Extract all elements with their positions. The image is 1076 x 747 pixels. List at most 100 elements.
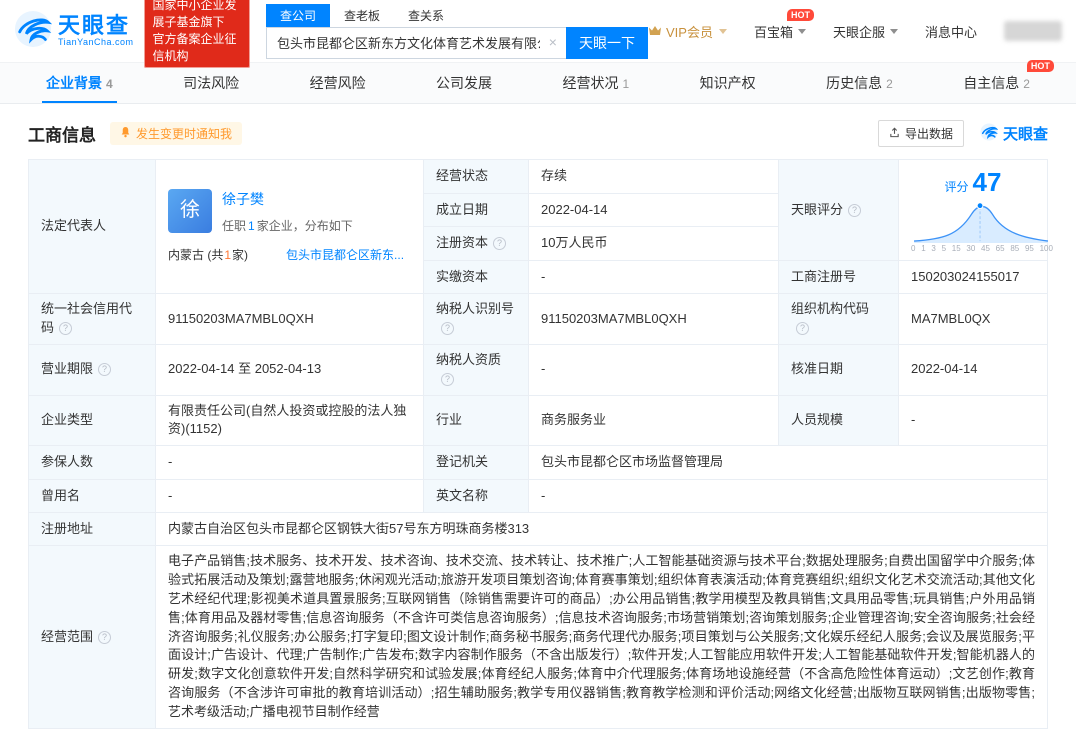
field-label-biz-scope: 经营范围? [28, 545, 156, 729]
chevron-down-icon [718, 28, 727, 34]
help-icon[interactable]: ? [98, 363, 112, 377]
bell-icon [120, 126, 131, 141]
field-value-english-name: - [528, 479, 1048, 514]
help-icon[interactable]: ? [98, 630, 112, 644]
legal-rep-region-row: 内蒙古 (共1家) 包头市昆都仑区新东... [168, 247, 411, 264]
tianyancha-watermark-icon [980, 122, 999, 145]
tab-label: 企业背景 [46, 75, 102, 91]
field-label-former-name: 曾用名 [28, 479, 156, 514]
certification-badge-line2: 官方备案企业征信机构 [152, 32, 237, 63]
tianyancha-logo[interactable]: 天眼查 TianYanCha.com [14, 10, 134, 53]
field-label-tianyan-score: 天眼评分? [778, 158, 899, 262]
export-data-button[interactable]: 导出数据 [877, 120, 964, 147]
tenure-count: 1 [248, 218, 255, 233]
section-title: 工商信息 [28, 126, 96, 145]
search-button[interactable]: 天眼一下 [565, 26, 648, 59]
field-value-insured-count: - [155, 445, 424, 481]
field-value-reg-number: 150203024155017 [898, 260, 1048, 295]
field-value-credit-code: 91150203MA7MBL0QXH [155, 293, 424, 345]
tab-label: 司法风险 [183, 75, 240, 91]
field-value-reg-capital: 10万人民币 [528, 226, 779, 262]
field-value-taxpayer-qual: - [528, 343, 779, 396]
field-label-taxpayer-id: 纳税人识别号? [423, 293, 529, 345]
tianyancha-watermark-label: 天眼查 [1002, 126, 1048, 143]
message-center-link[interactable]: 消息中心 [925, 22, 977, 41]
tab-label: 自主信息 [963, 75, 1020, 91]
search-tab-relation[interactable]: 查关系 [394, 4, 458, 27]
certification-badge-line1: 国家中小企业发展子基金旗下 [152, 0, 237, 29]
page: 天眼查 TianYanCha.com 国家中小企业发展子基金旗下 官方备案企业征… [0, 0, 1076, 747]
field-value-org-code: MA7MBL0QX [898, 293, 1048, 345]
change-notify-badge[interactable]: 发生变更时通知我 [110, 122, 243, 145]
search-input[interactable] [265, 26, 566, 59]
user-account-blurred[interactable] [1004, 21, 1062, 41]
chevron-down-icon [797, 28, 806, 34]
hot-badge: HOT [786, 8, 814, 21]
field-value-reg-address: 内蒙古自治区包头市昆都仑区钢铁大街57号东方明珠商务楼313 [155, 512, 1048, 547]
tab-operating-status[interactable]: 经营状况 1 [559, 63, 634, 103]
search-tab-company[interactable]: 查公司 [265, 3, 330, 27]
clear-search-icon[interactable]: × [549, 34, 557, 50]
section-tools: 导出数据 天眼查 [877, 120, 1048, 147]
legal-rep-name-link[interactable]: 徐子樊 [222, 189, 353, 209]
help-icon[interactable]: ? [441, 322, 454, 336]
treasure-box-link[interactable]: HOT 百宝箱 [753, 8, 814, 41]
field-label-reg-number: 工商注册号 [778, 260, 899, 295]
field-label-reg-capital: 注册资本? [423, 226, 529, 262]
tab-label: 经营状况 [562, 75, 619, 91]
search-tab-boss[interactable]: 查老板 [330, 4, 394, 27]
help-icon[interactable]: ? [848, 203, 862, 217]
enterprise-service-link[interactable]: 天眼企服 [833, 22, 898, 41]
legal-rep-cell: 徐 徐子樊 任职 1 家企业，分布如下 内蒙古 (共1家) 包头市昆都仑区新东.… [155, 158, 424, 295]
field-label-paid-capital: 实缴资本 [423, 260, 529, 295]
tab-company-development[interactable]: 公司发展 [432, 63, 496, 103]
help-icon[interactable]: ? [59, 322, 73, 336]
business-info-table: 法定代表人 徐 徐子樊 任职 1 家企业，分布如下 内蒙古 (共1家) 包头市昆… [28, 158, 1053, 729]
field-label-english-name: 英文名称 [423, 479, 529, 514]
score-axis: 0 1 3 5 15 30 45 65 85 95 100 [911, 243, 1053, 253]
export-icon [889, 127, 900, 141]
business-info-section: 工商信息 发生变更时通知我 导出数据 天眼查 法定代表人 徐 徐子樊 任职 1 … [0, 104, 1076, 747]
vip-member-link[interactable]: VIP会员 [648, 22, 727, 41]
tab-count: 2 [886, 77, 893, 91]
field-value-biz-scope: 电子产品销售;技术服务、技术开发、技术咨询、技术交流、技术转让、技术推广;人工智… [155, 545, 1048, 729]
search-tabs: 查公司 查老板 查关系 [265, 3, 648, 27]
tab-label: 知识产权 [699, 75, 756, 91]
region-text: 内蒙古 (共1家) [168, 248, 249, 263]
chevron-down-icon [889, 28, 898, 34]
field-label-company-type: 企业类型 [28, 394, 156, 447]
tab-company-background[interactable]: 企业背景 4 [42, 63, 117, 103]
field-value-paid-capital: - [528, 260, 779, 295]
field-value-status: 存续 [528, 159, 779, 194]
field-value-est-date: 2022-04-14 [528, 192, 779, 228]
tianyan-score-panel[interactable]: 评分 47 0 1 3 5 15 30 45 65 85 95 100 [898, 158, 1053, 262]
legal-rep-avatar[interactable]: 徐 [168, 188, 212, 233]
tab-operating-risk[interactable]: 经营风险 [306, 63, 370, 103]
field-value-former-name: - [155, 479, 424, 514]
tab-self-info[interactable]: 自主信息 2 HOT [959, 60, 1054, 103]
certification-badge: 国家中小企业发展子基金旗下 官方备案企业征信机构 [143, 0, 250, 68]
tab-history-info[interactable]: 历史信息 2 [822, 63, 897, 103]
tab-count: 4 [106, 77, 113, 91]
field-label-taxpayer-qual: 纳税人资质? [423, 343, 529, 396]
vip-member-label: VIP会员 [665, 24, 713, 40]
help-icon[interactable]: ? [796, 322, 809, 336]
field-label-biz-term: 营业期限? [28, 343, 156, 396]
legal-rep-tenure: 任职 1 家企业，分布如下 [222, 218, 353, 233]
tab-label: 公司发展 [436, 75, 493, 91]
field-value-reg-authority: 包头市昆都仑区市场监督管理局 [528, 445, 1048, 481]
field-label-reg-address: 注册地址 [28, 512, 156, 547]
region-company-link[interactable]: 包头市昆都仑区新东... [286, 247, 404, 264]
tab-label: 历史信息 [826, 75, 883, 91]
enterprise-service-label: 天眼企服 [832, 24, 885, 40]
tianyancha-logo-icon [14, 10, 53, 53]
logo-text: 天眼查 [58, 12, 131, 38]
score-value: 47 [972, 167, 1002, 197]
help-icon[interactable]: ? [493, 237, 507, 251]
treasure-box-label: 百宝箱 [753, 24, 793, 40]
tab-count: 1 [622, 77, 630, 91]
tab-judicial-risk[interactable]: 司法风险 [179, 63, 243, 103]
help-icon[interactable]: ? [441, 372, 454, 386]
tab-intellectual-property[interactable]: 知识产权 [696, 63, 760, 103]
score-distribution-curve [913, 201, 1049, 243]
